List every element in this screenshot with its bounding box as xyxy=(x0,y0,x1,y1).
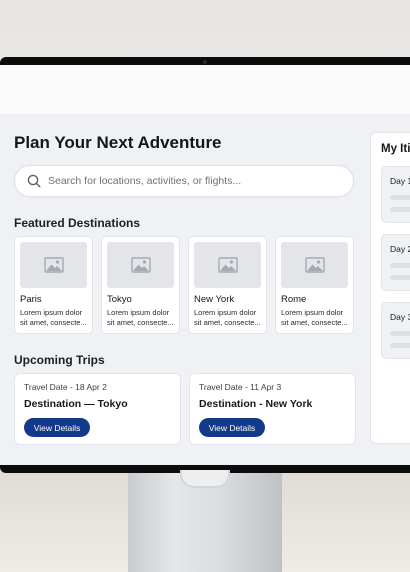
destination-card-new-york[interactable]: New York Lorem ipsum dolor sit amet, con… xyxy=(188,236,267,334)
destination-image xyxy=(20,242,87,288)
skeleton-line xyxy=(390,207,410,212)
main-panel: Plan Your Next Adventure Featured Destin… xyxy=(0,115,366,465)
search-icon xyxy=(27,174,41,188)
skeleton-line xyxy=(390,343,410,348)
destination-description-line2: sit amet, consecte... xyxy=(20,317,87,327)
destination-description-line2: sit amet, consecte... xyxy=(107,317,174,327)
image-placeholder-icon xyxy=(217,257,238,273)
view-details-button[interactable]: View Details xyxy=(24,418,90,437)
skeleton-line xyxy=(390,331,410,336)
destination-description-line2: sit amet, consecte... xyxy=(194,317,261,327)
destination-description-line1: Lorem ipsum dolor xyxy=(107,308,170,317)
destination-name: Tokyo xyxy=(107,294,132,305)
skeleton-line xyxy=(390,263,410,268)
image-placeholder-icon xyxy=(130,257,151,273)
destination-description-line1: Lorem ipsum dolor xyxy=(194,308,257,317)
itinerary-title: My Iti xyxy=(381,143,410,155)
trip-card-new-york: Travel Date - 11 Apr 3 Destination - New… xyxy=(189,373,356,445)
view-details-button[interactable]: View Details xyxy=(199,418,265,437)
itinerary-day-card[interactable]: Day 2 xyxy=(381,234,410,291)
monitor-bezel: Plan Your Next Adventure Featured Destin… xyxy=(0,57,410,473)
webcam xyxy=(203,60,207,64)
monitor-screen: Plan Your Next Adventure Featured Destin… xyxy=(0,65,410,465)
page-title: Plan Your Next Adventure xyxy=(14,133,222,152)
destination-name: Paris xyxy=(20,294,42,305)
destination-description-line2: sit amet, consecte... xyxy=(281,317,348,327)
skeleton-line xyxy=(390,195,410,200)
destination-description-line1: Lorem ipsum dolor xyxy=(281,308,344,317)
search-bar[interactable] xyxy=(14,165,354,197)
destination-name: New York xyxy=(194,294,235,305)
skeleton-line xyxy=(390,275,410,280)
destination-image xyxy=(107,242,174,288)
trip-travel-date: Travel Date - 18 Apr 2 xyxy=(24,382,107,392)
trip-destination: Destination - New York xyxy=(199,398,313,410)
image-placeholder-icon xyxy=(43,257,64,273)
travel-planner-app: Plan Your Next Adventure Featured Destin… xyxy=(0,115,410,465)
itinerary-day-label: Day 1 xyxy=(390,176,410,186)
itinerary-panel: My Iti Day 1 Day 2 Day 3 xyxy=(370,132,410,444)
destination-name: Rome xyxy=(281,294,307,305)
featured-destinations-heading: Featured Destinations xyxy=(14,216,141,230)
itinerary-day-label: Day 2 xyxy=(390,244,410,254)
image-placeholder-icon xyxy=(304,257,325,273)
itinerary-day-card[interactable]: Day 3 xyxy=(381,302,410,359)
destination-card-paris[interactable]: Paris Lorem ipsum dolor sit amet, consec… xyxy=(14,236,93,334)
destination-card-rome[interactable]: Rome Lorem ipsum dolor sit amet, consect… xyxy=(275,236,354,334)
itinerary-day-label: Day 3 xyxy=(390,312,410,322)
screen-header-area xyxy=(0,65,410,115)
trip-card-tokyo: Travel Date - 18 Apr 2 Destination — Tok… xyxy=(14,373,181,445)
destination-image xyxy=(194,242,261,288)
featured-destinations-list: Paris Lorem ipsum dolor sit amet, consec… xyxy=(14,236,354,334)
destination-image xyxy=(281,242,348,288)
destination-description-line1: Lorem ipsum dolor xyxy=(20,308,83,317)
itinerary-day-card[interactable]: Day 1 xyxy=(381,166,410,223)
trip-travel-date: Travel Date - 11 Apr 3 xyxy=(199,382,282,392)
destination-card-tokyo[interactable]: Tokyo Lorem ipsum dolor sit amet, consec… xyxy=(101,236,180,334)
upcoming-trips-heading: Upcoming Trips xyxy=(14,353,105,367)
trip-destination: Destination — Tokyo xyxy=(24,398,128,410)
search-input[interactable] xyxy=(48,175,338,187)
monitor-stand-hinge xyxy=(180,470,230,488)
